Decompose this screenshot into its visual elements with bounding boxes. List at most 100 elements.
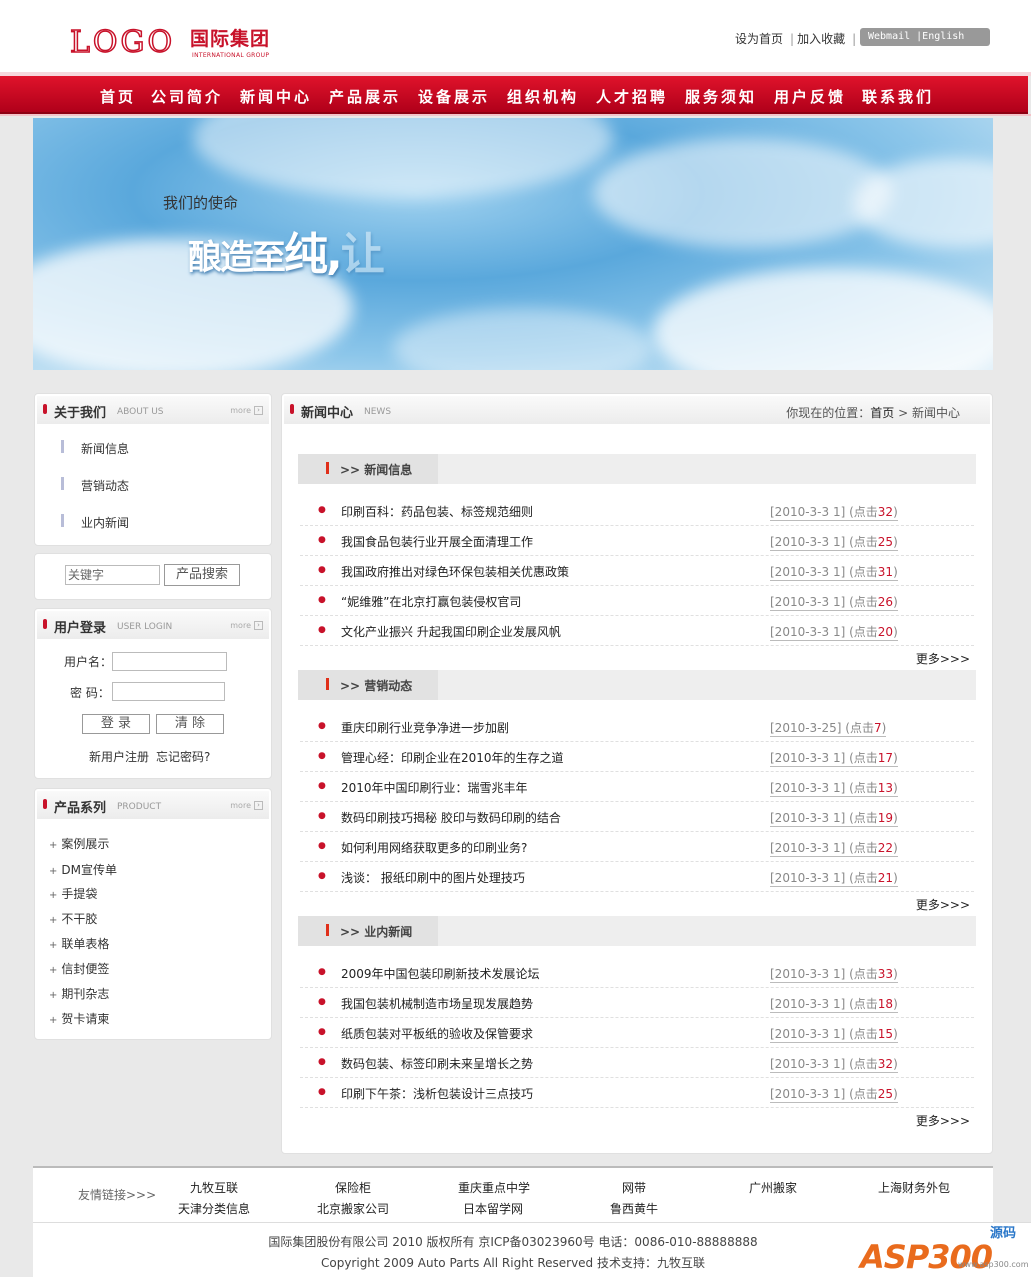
add-favorite-link[interactable]: 加入收藏 <box>797 32 845 46</box>
product-search-button[interactable]: 产品搜索 <box>164 564 240 586</box>
nav-about[interactable]: 公司简介 <box>151 86 223 107</box>
bullet-icon: ● <box>318 967 326 977</box>
nav-news[interactable]: 新闻中心 <box>240 86 312 107</box>
products-more-link[interactable]: more <box>230 801 251 810</box>
about-title: 关于我们 <box>54 406 107 421</box>
news-row[interactable]: ● 我国包装机械制造市场呈现发展趋势 [2010-3-3 1] (点击18) <box>300 988 974 1018</box>
nav-careers[interactable]: 人才招聘 <box>596 86 668 107</box>
slogan-part-b: 纯, <box>284 229 343 280</box>
friend-link[interactable]: 保险柜 <box>335 1179 371 1196</box>
news-center-title-en: NEWS <box>364 407 392 417</box>
friend-links: 友情链接>>> 九牧互联 保险柜 重庆重点中学 网带 广州搬家 上海财务外包 天… <box>33 1168 993 1222</box>
bullet-icon: ● <box>318 505 326 515</box>
product-item[interactable]: + 案例展示 <box>49 835 109 852</box>
news-row[interactable]: ● 印刷下午茶：浅析包装设计三点技巧 [2010-3-3 1] (点击25) <box>300 1078 974 1108</box>
news-row[interactable]: ● 数码包装、标签印刷未来呈增长之势 [2010-3-3 1] (点击32) <box>300 1048 974 1078</box>
more-marketing-link[interactable]: 更多>>> <box>916 896 970 913</box>
news-row[interactable]: ● 我国食品包装行业开展全面清理工作 [2010-3-3 1] (点击25) <box>300 526 974 556</box>
top-links: 设为首页 | 加入收藏 | <box>735 32 857 46</box>
about-panel: 关于我们 ABOUT US more › 新闻信息 营销动态 业内新闻 <box>34 393 272 546</box>
asp300-watermark: ASP300 源码 www.asp300.com <box>858 1224 1028 1276</box>
product-item[interactable]: + 期刊杂志 <box>49 985 109 1002</box>
nav-organization[interactable]: 组织机构 <box>507 86 579 107</box>
webmail-english-box[interactable]: Webmail |English <box>860 28 990 46</box>
product-item[interactable]: + 信封便签 <box>49 960 109 977</box>
about-panel-header: 关于我们 ABOUT US more › <box>37 396 269 424</box>
password-field[interactable] <box>112 682 225 701</box>
username-field[interactable] <box>112 652 227 671</box>
friend-link[interactable]: 网带 <box>622 1179 646 1196</box>
logo-chinese[interactable]: 国际集团 <box>190 28 270 50</box>
breadcrumb-home-link[interactable]: 首页 <box>870 406 894 420</box>
news-row[interactable]: ● 数码印刷技巧揭秘 胶印与数码印刷的结合 [2010-3-3 1] (点击19) <box>300 802 974 832</box>
login-title-en: USER LOGIN <box>117 622 173 632</box>
section-header-marketing: >> 营销动态 <box>298 670 976 700</box>
bullet-icon: ● <box>318 1057 326 1067</box>
about-more-link[interactable]: more <box>230 406 251 415</box>
news-row[interactable]: ● 管理心经：印刷企业在2010年的生存之道 [2010-3-3 1] (点击17) <box>300 742 974 772</box>
news-row[interactable]: ● 重庆印刷行业竞争净进一步加剧 [2010-3-25] (点击7) <box>300 712 974 742</box>
news-row[interactable]: ● 2010年中国印刷行业：瑞雪兆丰年 [2010-3-3 1] (点击13) <box>300 772 974 802</box>
more-news-link[interactable]: 更多>>> <box>916 650 970 667</box>
nav-contact[interactable]: 联系我们 <box>862 86 934 107</box>
product-item[interactable]: + 贺卡请柬 <box>49 1010 109 1027</box>
forgot-password-link[interactable]: 忘记密码? <box>156 748 210 765</box>
friend-link[interactable]: 日本留学网 <box>463 1200 523 1217</box>
clear-button[interactable]: 清 除 <box>156 714 224 734</box>
news-row[interactable]: ● 浅谈： 报纸印刷中的图片处理技巧 [2010-3-3 1] (点击21) <box>300 862 974 892</box>
product-item[interactable]: + 手提袋 <box>49 885 97 902</box>
bullet-icon: ● <box>318 535 326 545</box>
more-arrow-icon[interactable]: › <box>254 406 263 415</box>
friend-link[interactable]: 广州搬家 <box>749 1179 797 1196</box>
register-link[interactable]: 新用户注册 <box>89 748 149 765</box>
login-title: 用户登录 <box>54 621 107 636</box>
slogan: 酿造至纯,让 <box>188 218 385 282</box>
more-industry-link[interactable]: 更多>>> <box>916 1112 970 1129</box>
more-arrow-icon[interactable]: › <box>254 621 263 630</box>
nav-products[interactable]: 产品展示 <box>329 86 401 107</box>
plus-icon: + <box>49 915 58 926</box>
plus-icon: + <box>49 940 58 951</box>
news-row[interactable]: ● 文化产业振兴 升起我国印刷企业发展风帆 [2010-3-3 1] (点击20) <box>300 616 974 646</box>
friend-link[interactable]: 上海财务外包 <box>878 1179 950 1196</box>
product-item[interactable]: + 联单表格 <box>49 935 109 952</box>
copyright-line-1: 国际集团股份有限公司 2010 版权所有 京ICP备03023960号 电话：0… <box>268 1235 758 1249</box>
login-button[interactable]: 登 录 <box>82 714 150 734</box>
nav-equipment[interactable]: 设备展示 <box>418 86 490 107</box>
copyright-line-2: Copyright 2009 Auto Parts All Right Rese… <box>320 1256 705 1270</box>
news-center-header: 新闻中心 NEWS 你现在的位置：首页 > 新闻中心 <box>284 396 990 424</box>
bullet-icon: ● <box>318 721 326 731</box>
logo-text[interactable]: LOGO <box>69 27 175 59</box>
news-row[interactable]: ● 2009年中国包装印刷新技术发展论坛 [2010-3-3 1] (点击33) <box>300 958 974 988</box>
news-center-title: 新闻中心 <box>301 406 354 421</box>
news-row[interactable]: ● 纸质包装对平板纸的验收及保管要求 [2010-3-3 1] (点击15) <box>300 1018 974 1048</box>
watermark-brand: ASP300 <box>860 1238 993 1276</box>
section-header-industry: >> 业内新闻 <box>298 916 976 946</box>
friend-link[interactable]: 九牧互联 <box>190 1179 238 1196</box>
section-header-news-info: >> 新闻信息 <box>298 454 976 484</box>
nav-home[interactable]: 首页 <box>100 86 136 107</box>
product-item[interactable]: + 不干胶 <box>49 910 97 927</box>
friend-link[interactable]: 重庆重点中学 <box>458 1179 530 1196</box>
bullet-icon: ● <box>318 1027 326 1037</box>
friend-link[interactable]: 鲁西黄牛 <box>610 1200 658 1217</box>
bullet-icon: ● <box>318 625 326 635</box>
bullet-icon: ● <box>318 811 326 821</box>
bullet-icon: ● <box>318 841 326 851</box>
login-more-link[interactable]: more <box>230 621 251 630</box>
product-item[interactable]: + DM宣传单 <box>49 861 117 878</box>
news-row[interactable]: ● 印刷百科：药品包装、标签规范细则 [2010-3-3 1] (点击32) <box>300 496 974 526</box>
products-panel-header: 产品系列 PRODUCT more › <box>37 791 269 819</box>
products-panel: 产品系列 PRODUCT more › + 案例展示 + DM宣传单 + 手提袋 + 不… <box>34 788 272 1040</box>
nav-feedback[interactable]: 用户反馈 <box>774 86 846 107</box>
login-panel: 用户登录 USER LOGIN more › 用户名： 密 码： 登 录 清 除… <box>34 608 272 779</box>
keyword-input[interactable]: 关键字 <box>65 565 160 585</box>
set-homepage-link[interactable]: 设为首页 <box>735 32 783 46</box>
nav-service[interactable]: 服务须知 <box>685 86 757 107</box>
friend-link[interactable]: 天津分类信息 <box>178 1200 250 1217</box>
more-arrow-icon[interactable]: › <box>254 801 263 810</box>
friend-link[interactable]: 北京搬家公司 <box>317 1200 389 1217</box>
news-row[interactable]: ● “妮维雅”在北京打赢包装侵权官司 [2010-3-3 1] (点击26) <box>300 586 974 616</box>
news-row[interactable]: ● 我国政府推出对绿色环保包装相关优惠政策 [2010-3-3 1] (点击31) <box>300 556 974 586</box>
news-row[interactable]: ● 如何利用网络获取更多的印刷业务? [2010-3-3 1] (点击22) <box>300 832 974 862</box>
